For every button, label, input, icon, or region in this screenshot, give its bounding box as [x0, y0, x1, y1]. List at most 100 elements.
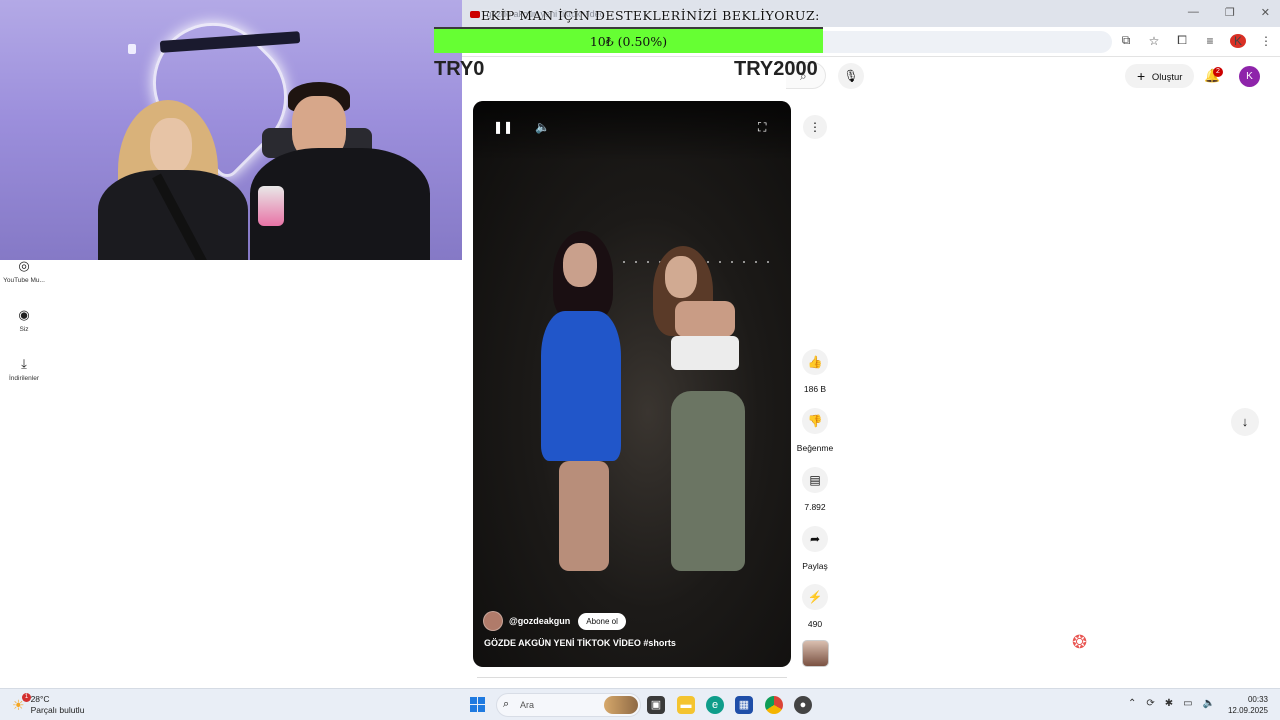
webcam-feed [0, 0, 462, 260]
sound-thumbnail[interactable] [802, 640, 829, 667]
chrome-icon[interactable] [765, 696, 783, 714]
next-short-button[interactable]: ↓ [1231, 408, 1259, 436]
dislike-button[interactable]: 👎 Beğenme [790, 408, 840, 456]
dislike-label: Beğenme [796, 443, 834, 453]
weather-widget[interactable]: ☀ 1 28°C Parçalı bulutlu [12, 692, 85, 716]
clock-time: 00:33 [1247, 695, 1268, 704]
system-tray: ⌃ ⟳ ✱ ▭ 🔈 [1128, 698, 1215, 709]
subscribe-button[interactable]: Abone ol [578, 612, 626, 630]
remix-icon: ⚡ [802, 584, 828, 610]
volume-icon[interactable]: 🔈 [535, 120, 550, 134]
notification-badge: 2 [1213, 67, 1223, 77]
share-label: Paylaş [802, 561, 828, 571]
edge-icon[interactable]: e [706, 696, 724, 714]
like-button[interactable]: 👍 186 B [790, 349, 840, 397]
thumbs-down-icon: 👎 [802, 408, 828, 434]
clock-date: 12.09.2025 [1227, 706, 1268, 715]
video-person-right-shoulders [675, 301, 735, 337]
microphone-light [258, 186, 284, 226]
file-explorer-icon[interactable]: ▬ [677, 696, 695, 714]
youtube-favicon-icon [470, 11, 480, 19]
star-icon[interactable]: ☆ [1146, 34, 1162, 48]
sidebar-item-label: Siz [19, 326, 29, 333]
extensions-icon[interactable]: ⧠ [1174, 33, 1190, 48]
taskbar-search-placeholder: Ara [520, 700, 535, 710]
remix-count: 490 [807, 619, 823, 629]
video-person-right-legs [671, 391, 745, 571]
screen: gözde akgün yeni tiktok video — ❐ ✕ ⧉ ☆ … [0, 0, 1280, 720]
thumbs-up-icon: 👍 [802, 349, 828, 375]
channel-row: @gozdeakgun Abone ol [483, 611, 626, 631]
comment-count: 7.892 [804, 502, 826, 512]
donation-goal-title: EKİP MAN İÇİN DESTEKLERİNİZİ BEKLİYORUZ: [481, 8, 820, 23]
pause-icon[interactable]: ❚❚ [493, 120, 513, 134]
display-icon[interactable]: ▭ [1183, 698, 1192, 709]
menu-icon[interactable]: ⋮ [1258, 34, 1274, 48]
share-button[interactable]: ➦ Paylaş [790, 526, 840, 574]
search-icon: ⌕ [503, 698, 510, 710]
maximize-icon[interactable]: ❐ [1225, 6, 1235, 19]
shorts-video-player[interactable]: ❚❚ 🔈 ⛶ @gozdeakgun Abone ol GÖZDE AKGÜN … [473, 101, 791, 667]
download-icon: ⤓ [21, 356, 27, 371]
channel-avatar[interactable] [483, 611, 503, 631]
microphone-icon: 🎙 [843, 69, 859, 83]
sidebar-item-label: İndirilenler [9, 375, 39, 382]
watermark-logo-icon: ❂ [1072, 632, 1088, 652]
windows-taskbar: ☀ 1 28°C Parçalı bulutlu ⌕ Ara ▣ ▬ e ▦ ● … [0, 688, 1280, 720]
player-top-gradient [473, 101, 791, 161]
arrow-down-icon: ↓ [1241, 414, 1249, 429]
window-controls: — ❐ ✕ [1188, 6, 1270, 19]
minimize-icon[interactable]: — [1188, 6, 1199, 19]
sidebar-item-downloads[interactable]: ⤓ İndirilenler [0, 356, 48, 382]
donation-range-min: TRY0 [434, 58, 485, 80]
task-view-icon[interactable]: ▣ [647, 696, 665, 714]
donation-progress-bar: 10₺ (0.50%) [434, 27, 823, 53]
weather-text: 28°C Parçalı bulutlu [31, 694, 85, 716]
volume-icon[interactable]: 🔈 [1203, 698, 1215, 709]
more-vertical-icon: ⋮ [809, 120, 821, 134]
plus-icon: + [1137, 68, 1146, 84]
bluetooth-icon[interactable]: ✱ [1165, 698, 1173, 709]
user-circle-icon: ◉ [18, 307, 30, 322]
media-icon[interactable]: ≡ [1202, 34, 1218, 48]
sidebar-item-label: YouTube Mu... [3, 277, 45, 284]
browser-toolbar-icons: ⧉ ☆ ⧠ ≡ K ⋮ [1118, 33, 1274, 48]
avatar[interactable]: K [1239, 66, 1260, 87]
more-options-button[interactable]: ⋮ [803, 115, 827, 139]
divider [477, 677, 787, 678]
store-icon[interactable]: ▦ [735, 696, 753, 714]
share-icon: ➦ [802, 526, 828, 552]
streamer-left-face [150, 118, 192, 174]
youtube-music-icon: ◎ [18, 258, 30, 273]
profile-icon[interactable]: K [1230, 33, 1246, 48]
taskbar-clock[interactable]: 00:33 12.09.2025 [1222, 694, 1268, 716]
wall-socket [128, 44, 136, 54]
obs-icon[interactable]: ● [794, 696, 812, 714]
sync-icon[interactable]: ⟳ [1146, 698, 1154, 709]
weather-sun-icon: ☀ 1 [12, 692, 31, 714]
windows-start-icon[interactable] [470, 697, 485, 712]
remix-button[interactable]: ⚡ 490 [790, 584, 840, 632]
channel-name[interactable]: @gozdeakgun [509, 616, 570, 626]
sidebar-item-youtube-music[interactable]: ◎ YouTube Mu... [0, 258, 48, 284]
fullscreen-icon[interactable]: ⛶ [758, 120, 766, 135]
video-person-right-top [671, 336, 739, 370]
sidebar-item-you[interactable]: ◉ Siz [0, 307, 48, 333]
voice-search-button[interactable]: 🎙 [838, 63, 864, 89]
donation-range-max: TRY2000 [734, 58, 818, 80]
video-person-left-face [563, 243, 597, 287]
search-highlight-image [604, 696, 638, 714]
weather-temperature: 28°C [30, 694, 50, 704]
install-icon[interactable]: ⧉ [1118, 33, 1134, 48]
donation-progress-text: 10₺ (0.50%) [589, 34, 668, 49]
comment-icon: ▤ [802, 467, 828, 493]
weather-badge: 1 [22, 692, 31, 702]
video-title[interactable]: GÖZDE AKGÜN YENİ TİKTOK VİDEO #shorts [484, 638, 676, 648]
chevron-up-icon[interactable]: ⌃ [1128, 698, 1136, 709]
comments-button[interactable]: ▤ 7.892 [790, 467, 840, 515]
video-person-left-dress [541, 311, 621, 461]
like-count: 186 B [803, 384, 827, 394]
close-icon[interactable]: ✕ [1261, 6, 1270, 19]
taskbar-search[interactable]: ⌕ Ara [496, 693, 641, 717]
create-button[interactable]: + Oluştur [1125, 64, 1195, 88]
